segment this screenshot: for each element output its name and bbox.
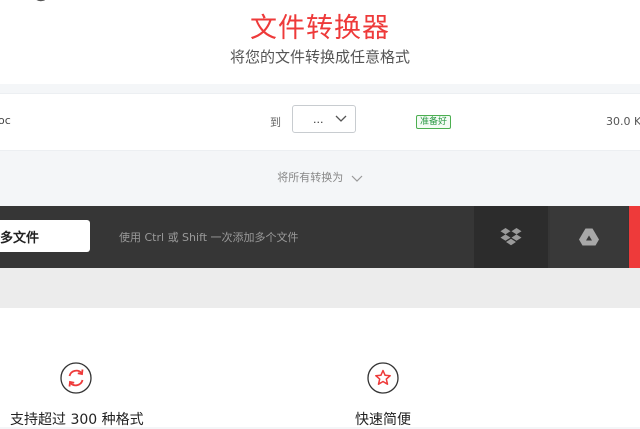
- add-files-label: 多文件: [0, 231, 40, 246]
- format-select-value: ...: [313, 113, 324, 126]
- star-icon: [367, 362, 399, 394]
- convert-all-label: 将所有转换为: [277, 171, 344, 184]
- feature-formats-label: 支持超过 300 种格式: [10, 412, 144, 428]
- dropbox-button[interactable]: [474, 206, 548, 268]
- dropbox-icon: [500, 228, 522, 246]
- header: 文件转换器 将您的文件转换成任意格式: [0, 0, 640, 84]
- file-size: 30.0 K: [606, 115, 640, 128]
- page-subtitle: 将您的文件转换成任意格式: [229, 48, 410, 66]
- convert-all-dropdown[interactable]: 将所有转换为: [0, 169, 640, 185]
- chevron-down-icon: [335, 115, 347, 122]
- accent-strip: [629, 206, 640, 268]
- section-divider: [0, 268, 640, 308]
- format-select[interactable]: ...: [292, 105, 356, 133]
- page-title: 文件转换器: [250, 13, 390, 44]
- multi-select-hint: 使用 Ctrl 或 Shift 一次添加多个文件: [119, 231, 299, 244]
- google-drive-icon: [579, 228, 599, 246]
- feature-easy-label: 快速简便: [355, 412, 411, 428]
- status-badge: 准备好: [416, 115, 452, 129]
- chevron-down-icon: [351, 175, 363, 182]
- to-label: 到: [270, 116, 281, 129]
- convert-cycle-icon: [60, 362, 92, 394]
- google-drive-button[interactable]: [550, 206, 628, 268]
- file-name: oc: [0, 114, 11, 127]
- add-files-button[interactable]: 多文件: [0, 220, 90, 252]
